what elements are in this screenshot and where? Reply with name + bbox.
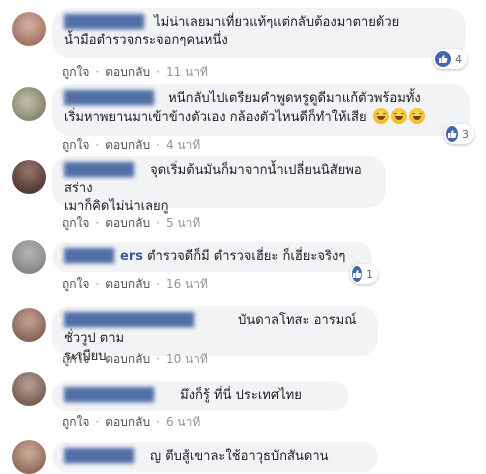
reaction-count[interactable]: 1 <box>350 264 378 284</box>
thumbs-up-icon <box>352 266 362 282</box>
comment-author[interactable]: ████████ <box>64 14 150 32</box>
comment-text-line: ญ ตีบสู้เขาละใช้อาวุธบักสันดาน <box>150 449 329 464</box>
separator: · <box>95 277 100 291</box>
separator: · <box>95 65 100 79</box>
separator: · <box>156 216 160 230</box>
comment-text-line: หนีกลับไปเตรียมคำพูดหรูดูดีมาแก้ตัวพร้อม… <box>168 91 421 106</box>
separator: · <box>156 277 160 291</box>
avatar[interactable] <box>12 160 46 194</box>
reply-link[interactable]: ตอบกลับ <box>105 216 150 230</box>
avatar[interactable] <box>12 240 46 274</box>
like-link[interactable]: ถูกใจ <box>62 138 89 152</box>
comment-time[interactable]: 6 นาที <box>166 415 200 429</box>
reply-link[interactable]: ตอบกลับ <box>105 277 150 291</box>
separator: · <box>156 65 160 79</box>
like-link[interactable]: ถูกใจ <box>62 277 89 291</box>
separator: · <box>95 352 100 366</box>
avatar[interactable] <box>12 372 46 406</box>
reply-link[interactable]: ตอบกลับ <box>105 352 150 366</box>
comment-author-visible[interactable]: ers <box>120 249 143 264</box>
comment-bubble: ███████ ญ ตีบสู้เขาละใช้อาวุธบักสันดาน <box>52 442 378 472</box>
reaction-number: 3 <box>462 127 469 141</box>
separator: · <box>95 138 100 152</box>
comment-bubble: █████████ มึงก็รู้ ที่นี่ ประเทศไทย <box>52 381 348 411</box>
comment-time[interactable]: 11 นาที <box>166 65 208 79</box>
laugh-emoji-icon <box>390 108 407 124</box>
comment-bubble: ███████ จุดเริ่มต้นมันก็มาจากน้ำเปลี่ยนน… <box>52 156 386 214</box>
reaction-count[interactable]: 4 <box>433 49 467 69</box>
reply-link[interactable]: ตอบกลับ <box>105 415 150 429</box>
separator: · <box>156 352 160 366</box>
comment-time[interactable]: 5 นาที <box>166 216 200 230</box>
separator: · <box>156 415 160 429</box>
laugh-emoji-icon <box>408 108 425 124</box>
separator: · <box>156 138 160 152</box>
reaction-count[interactable]: 3 <box>444 124 474 144</box>
separator: · <box>95 216 100 230</box>
comment-actions: ถูกใจ · ตอบกลับ · 6 นาที <box>62 413 200 432</box>
comment-author[interactable]: █████████████ <box>64 312 234 330</box>
reaction-number: 4 <box>455 52 462 66</box>
reply-link[interactable]: ตอบกลับ <box>105 65 150 79</box>
comment-actions: ถูกใจ · ตอบกลับ · 10 นาที <box>62 350 208 369</box>
comment-bubble: █████ ers ตำรวจดีก็มี ตำรวจเฮี่ยะ ก็เฮี่ย… <box>52 242 372 272</box>
like-link[interactable]: ถูกใจ <box>62 65 89 79</box>
comment-actions: ถูกใจ · ตอบกลับ · 4 นาที <box>62 136 200 155</box>
comment-text-line: มึงก็รู้ ที่นี่ ประเทศไทย <box>180 388 302 403</box>
thumbs-up-icon <box>435 51 451 67</box>
comment-text-line: ไม่น่าเลยมาเที่ยวแท้ๆแต่กลับต้องมาตายด้ว… <box>154 15 400 30</box>
avatar[interactable] <box>12 87 46 121</box>
laugh-emoji-icon <box>372 108 389 124</box>
separator: · <box>95 415 100 429</box>
comment-author[interactable]: █████████ <box>64 387 176 405</box>
like-link[interactable]: ถูกใจ <box>62 352 89 366</box>
comment-time[interactable]: 4 นาที <box>166 138 200 152</box>
avatar[interactable] <box>12 440 46 474</box>
like-link[interactable]: ถูกใจ <box>62 216 89 230</box>
comment-text-line: เริ่มหาพยานมาเข้าข้างตัวเอง กล้องตัวไหนด… <box>64 110 367 125</box>
comment-author[interactable]: ███████ <box>64 162 146 180</box>
avatar[interactable] <box>12 308 46 342</box>
comment-time[interactable]: 10 นาที <box>166 352 208 366</box>
comment-actions: ถูกใจ · ตอบกลับ · 5 นาที <box>62 214 200 233</box>
comment-bubble: ████████ ไม่น่าเลยมาเที่ยวแท้ๆแต่กลับต้อ… <box>52 8 466 58</box>
comment-text-line: ตำรวจดีก็มี ตำรวจเฮี่ยะ ก็เฮี่ยะจริงๆ <box>147 249 346 264</box>
comment-bubble: █████████████ บันดาลโทสะ อารมณ์ชั่ววูป ต… <box>52 306 378 364</box>
comment-actions: ถูกใจ · ตอบกลับ · 11 นาที <box>62 63 208 82</box>
comment-time[interactable]: 16 นาที <box>166 277 208 291</box>
comment-author[interactable]: ███████ <box>64 448 150 466</box>
comment-actions: ถูกใจ · ตอบกลับ · 16 นาที <box>62 275 208 294</box>
like-link[interactable]: ถูกใจ <box>62 415 89 429</box>
avatar[interactable] <box>12 12 46 46</box>
thumbs-up-icon <box>446 126 458 142</box>
comment-author[interactable]: █████████ <box>64 90 164 108</box>
comment-author[interactable]: █████ <box>64 248 120 266</box>
reply-link[interactable]: ตอบกลับ <box>105 138 150 152</box>
comment-text-line: น้ำมือตำรวจกระจอกๆคนหนึ่ง <box>64 33 228 48</box>
comment-bubble: █████████ หนีกลับไปเตรียมคำพูดหรูดูดีมาแ… <box>52 84 470 136</box>
reaction-number: 1 <box>366 267 373 281</box>
